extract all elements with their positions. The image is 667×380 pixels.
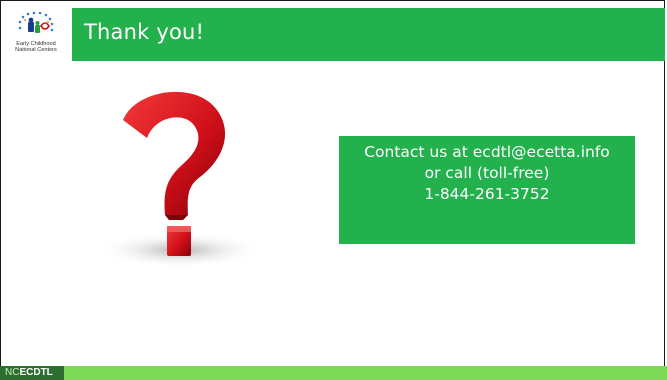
footer-brand-suffix: ECDTL — [19, 367, 53, 378]
ecnc-logo: Early Childhood National Centers — [4, 8, 68, 62]
question-mark-icon — [95, 91, 265, 268]
footer-brand-prefix: NC — [5, 367, 20, 378]
contact-line-email: Contact us at ecdtl@ecetta.info — [364, 143, 610, 161]
footer-bar — [0, 366, 667, 380]
logo-line-2: National Centers — [15, 47, 57, 53]
footer-brand-logo: NCECDTL — [0, 366, 64, 380]
title-bar: Thank you! — [72, 8, 665, 61]
ecnc-logo-icon — [18, 11, 54, 33]
contact-info-box: Contact us at ecdtl@ecetta.info or call … — [339, 136, 635, 244]
contact-line-phone: 1-844-261-3752 — [424, 185, 550, 203]
logo-text: Early Childhood National Centers — [4, 41, 68, 53]
contact-line-call: or call (toll-free) — [424, 164, 550, 182]
slide-title: Thank you! — [84, 20, 205, 44]
